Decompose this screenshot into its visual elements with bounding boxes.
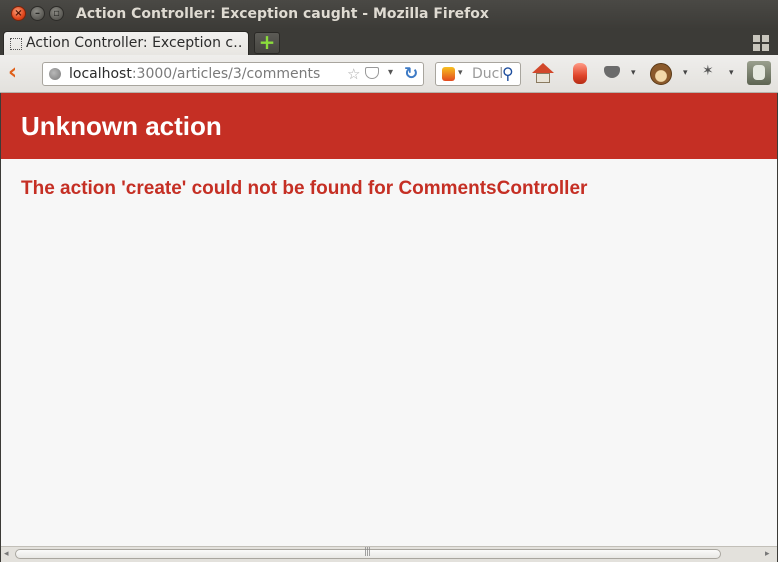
back-button[interactable]: ‹ — [8, 62, 26, 85]
pocket-toolbar-icon[interactable] — [604, 66, 620, 78]
pocket-dropdown-icon[interactable]: ▾ — [631, 68, 636, 78]
page-icon — [10, 38, 22, 50]
tab-active[interactable]: Action Controller: Exception c… — [3, 31, 249, 55]
firebug-dropdown-icon[interactable]: ▾ — [729, 68, 734, 78]
extension-red-icon[interactable] — [570, 63, 592, 85]
search-engine-icon[interactable] — [442, 67, 455, 81]
page-title: Unknown action — [21, 111, 222, 141]
tab-list-icon[interactable] — [753, 35, 770, 52]
window-minimize-button[interactable]: – — [30, 6, 45, 21]
reload-icon[interactable]: ↻ — [404, 64, 418, 84]
url-path: :3000/articles/3/comments — [131, 66, 321, 82]
url-host: localhost — [69, 66, 132, 82]
url-text[interactable]: localhost:3000/articles/3/comments — [69, 66, 320, 82]
window-close-button[interactable]: × — [11, 6, 26, 21]
scrollbar-thumb[interactable]: ||| — [15, 547, 721, 559]
error-header: Unknown action — [1, 93, 777, 159]
bookmark-star-icon[interactable]: ☆ — [347, 65, 360, 83]
error-message: The action 'create' could not be found f… — [21, 178, 588, 199]
url-bar[interactable]: localhost:3000/articles/3/comments ☆ ▾ ↻ — [42, 62, 424, 86]
evernote-icon[interactable] — [747, 61, 771, 85]
pocket-icon[interactable] — [365, 67, 379, 79]
search-bar[interactable]: ▾ DuckDuckGo ⚲ — [435, 62, 521, 86]
home-icon[interactable] — [532, 63, 554, 85]
navigation-toolbar: ‹ localhost:3000/articles/3/comments ☆ ▾… — [0, 55, 778, 93]
tab-strip: Action Controller: Exception c… + — [0, 29, 778, 55]
search-icon[interactable]: ⚲ — [502, 64, 514, 83]
new-tab-button[interactable]: + — [254, 32, 280, 54]
tab-title: Action Controller: Exception c… — [26, 35, 244, 51]
site-identity-icon[interactable] — [49, 68, 61, 80]
page-content: Unknown action The action 'create' could… — [1, 93, 777, 546]
scroll-right-arrow-icon[interactable]: ▸ — [765, 549, 770, 559]
greasemonkey-dropdown-icon[interactable]: ▾ — [683, 68, 688, 78]
scroll-left-arrow-icon[interactable]: ◂ — [4, 549, 9, 559]
search-engine-dropdown-icon[interactable]: ▾ — [458, 68, 463, 78]
search-input[interactable]: DuckDuckGo — [472, 66, 502, 82]
greasemonkey-icon[interactable] — [650, 63, 672, 85]
window-title: Action Controller: Exception caught - Mo… — [76, 6, 489, 22]
window-maximize-button[interactable]: ▫ — [49, 6, 64, 21]
scrollbar-grip-icon: ||| — [364, 547, 371, 557]
horizontal-scrollbar[interactable]: ◂ ||| ▸ — [1, 546, 777, 562]
firebug-icon[interactable]: ✶ — [702, 63, 724, 85]
window-titlebar: × – ▫ Action Controller: Exception caugh… — [0, 0, 778, 29]
url-history-dropdown-icon[interactable]: ▾ — [388, 67, 393, 78]
